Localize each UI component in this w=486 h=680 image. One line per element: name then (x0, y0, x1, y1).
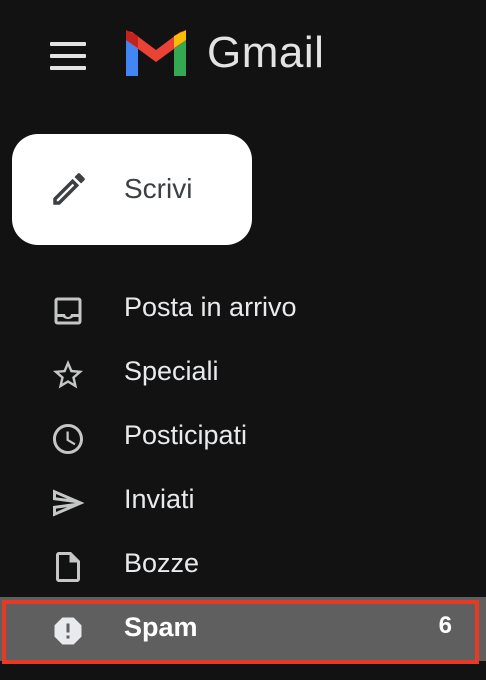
nav-item-label: Posta in arrivo (124, 292, 297, 322)
unread-count-badge: 6 (438, 612, 452, 639)
gmail-logo-icon[interactable] (124, 30, 188, 83)
compose-label: Scrivi (124, 173, 193, 204)
main-menu-button[interactable] (44, 36, 92, 76)
nav-item-snoozed[interactable]: Posticipati (0, 405, 486, 469)
draft-file-icon (56, 552, 80, 582)
nav-item-label: Inviati (124, 484, 195, 514)
folder-list: Posta in arrivo Speciali Posticipati Inv… (0, 277, 486, 661)
inbox-icon (54, 297, 82, 325)
compose-button[interactable]: Scrivi (12, 134, 252, 245)
clock-icon (53, 424, 83, 454)
nav-item-inbox[interactable]: Posta in arrivo (0, 277, 486, 341)
nav-item-spam[interactable]: Spam 6 (0, 597, 486, 661)
nav-item-sent[interactable]: Inviati (0, 469, 486, 533)
nav-item-label: Speciali (124, 356, 219, 386)
send-icon (53, 489, 85, 517)
nav-item-label: Bozze (124, 548, 200, 578)
star-icon (53, 360, 83, 389)
app-name: Gmail (207, 28, 325, 77)
spam-report-icon (54, 617, 82, 645)
nav-item-starred[interactable]: Speciali (0, 341, 486, 405)
pencil-icon (53, 173, 85, 205)
nav-item-label: Spam (124, 612, 198, 642)
nav-item-drafts[interactable]: Bozze (0, 533, 486, 597)
nav-item-label: Posticipati (124, 420, 248, 450)
